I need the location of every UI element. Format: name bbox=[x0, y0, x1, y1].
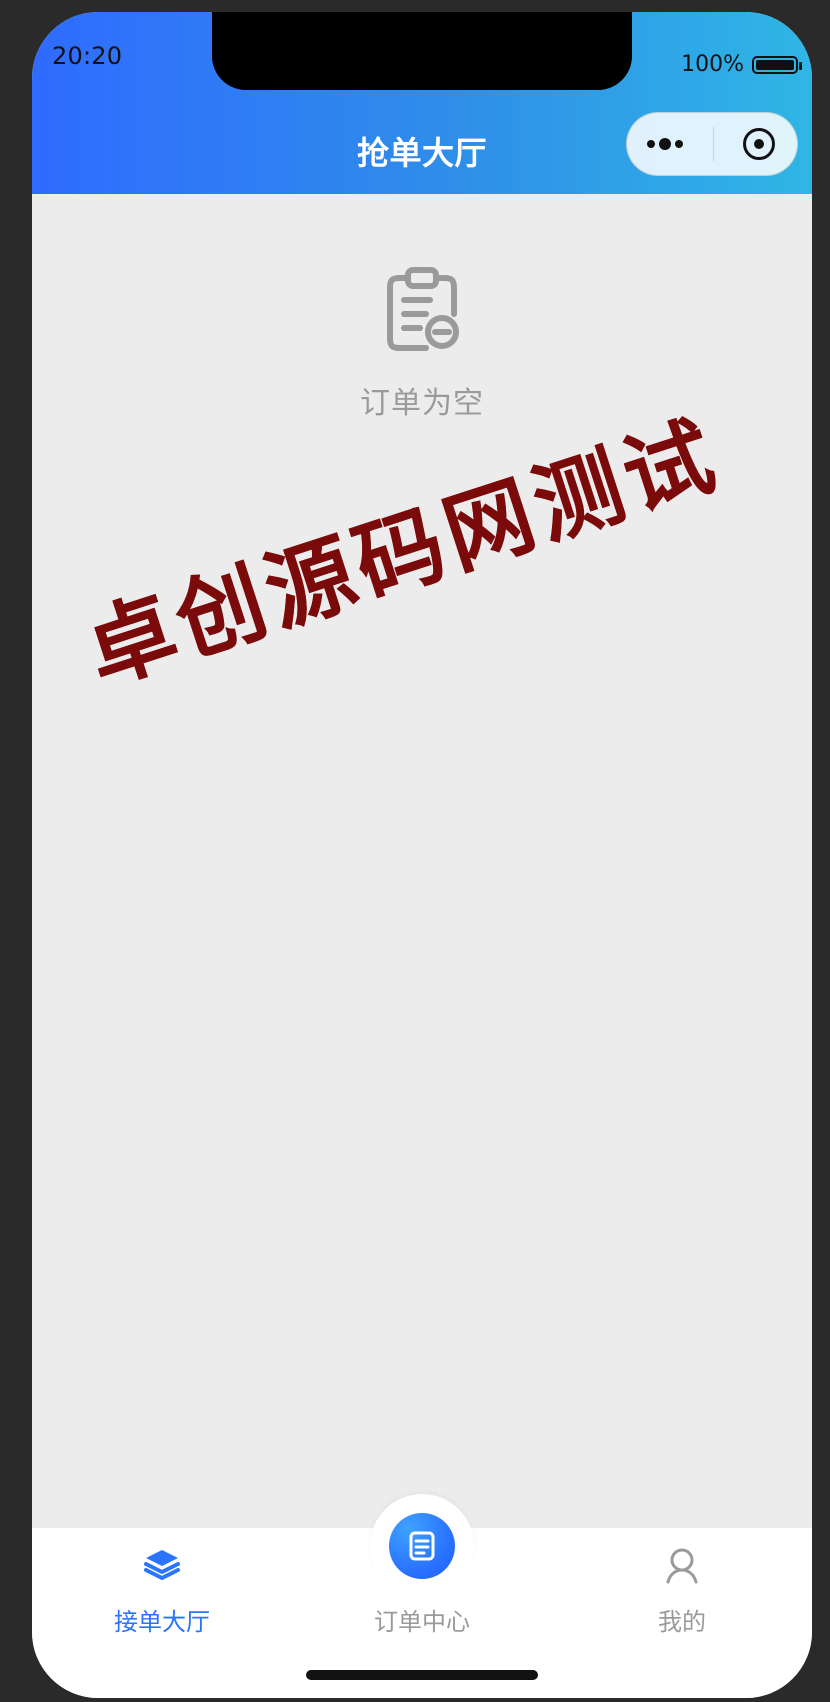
target-icon[interactable] bbox=[743, 128, 775, 160]
battery-fill bbox=[756, 59, 794, 70]
more-dots-icon[interactable] bbox=[647, 138, 683, 150]
mini-program-capsule[interactable] bbox=[626, 112, 798, 176]
tab-me[interactable]: 我的 bbox=[562, 1528, 802, 1648]
home-indicator bbox=[306, 1670, 538, 1680]
document-icon-slot bbox=[400, 1544, 444, 1588]
status-time: 20:20 bbox=[52, 42, 123, 70]
tab-order-hall[interactable]: 接单大厅 bbox=[42, 1528, 282, 1648]
tab-label-me: 我的 bbox=[658, 1608, 706, 1636]
phone-screen: 20:20 100% 抢单大厅 订单为空 卓创源码网测试 接单大厅 订单中心 我… bbox=[32, 12, 812, 1698]
tab-label-order-center: 订单中心 bbox=[374, 1608, 470, 1636]
clipboard-minus-icon bbox=[387, 267, 459, 351]
bottom-tabbar: 接单大厅 订单中心 我的 bbox=[32, 1494, 812, 1698]
capsule-divider bbox=[712, 127, 714, 161]
battery-percent: 100% bbox=[681, 52, 744, 77]
battery-status: 100% bbox=[681, 52, 802, 77]
tab-order-center[interactable]: 订单中心 bbox=[302, 1528, 542, 1648]
battery-icon bbox=[752, 55, 802, 74]
camera-notch bbox=[212, 12, 632, 90]
layers-icon bbox=[144, 1550, 180, 1580]
tab-label-order-hall: 接单大厅 bbox=[114, 1608, 210, 1636]
user-icon bbox=[666, 1548, 698, 1584]
app-header: 20:20 100% 抢单大厅 bbox=[32, 12, 812, 194]
